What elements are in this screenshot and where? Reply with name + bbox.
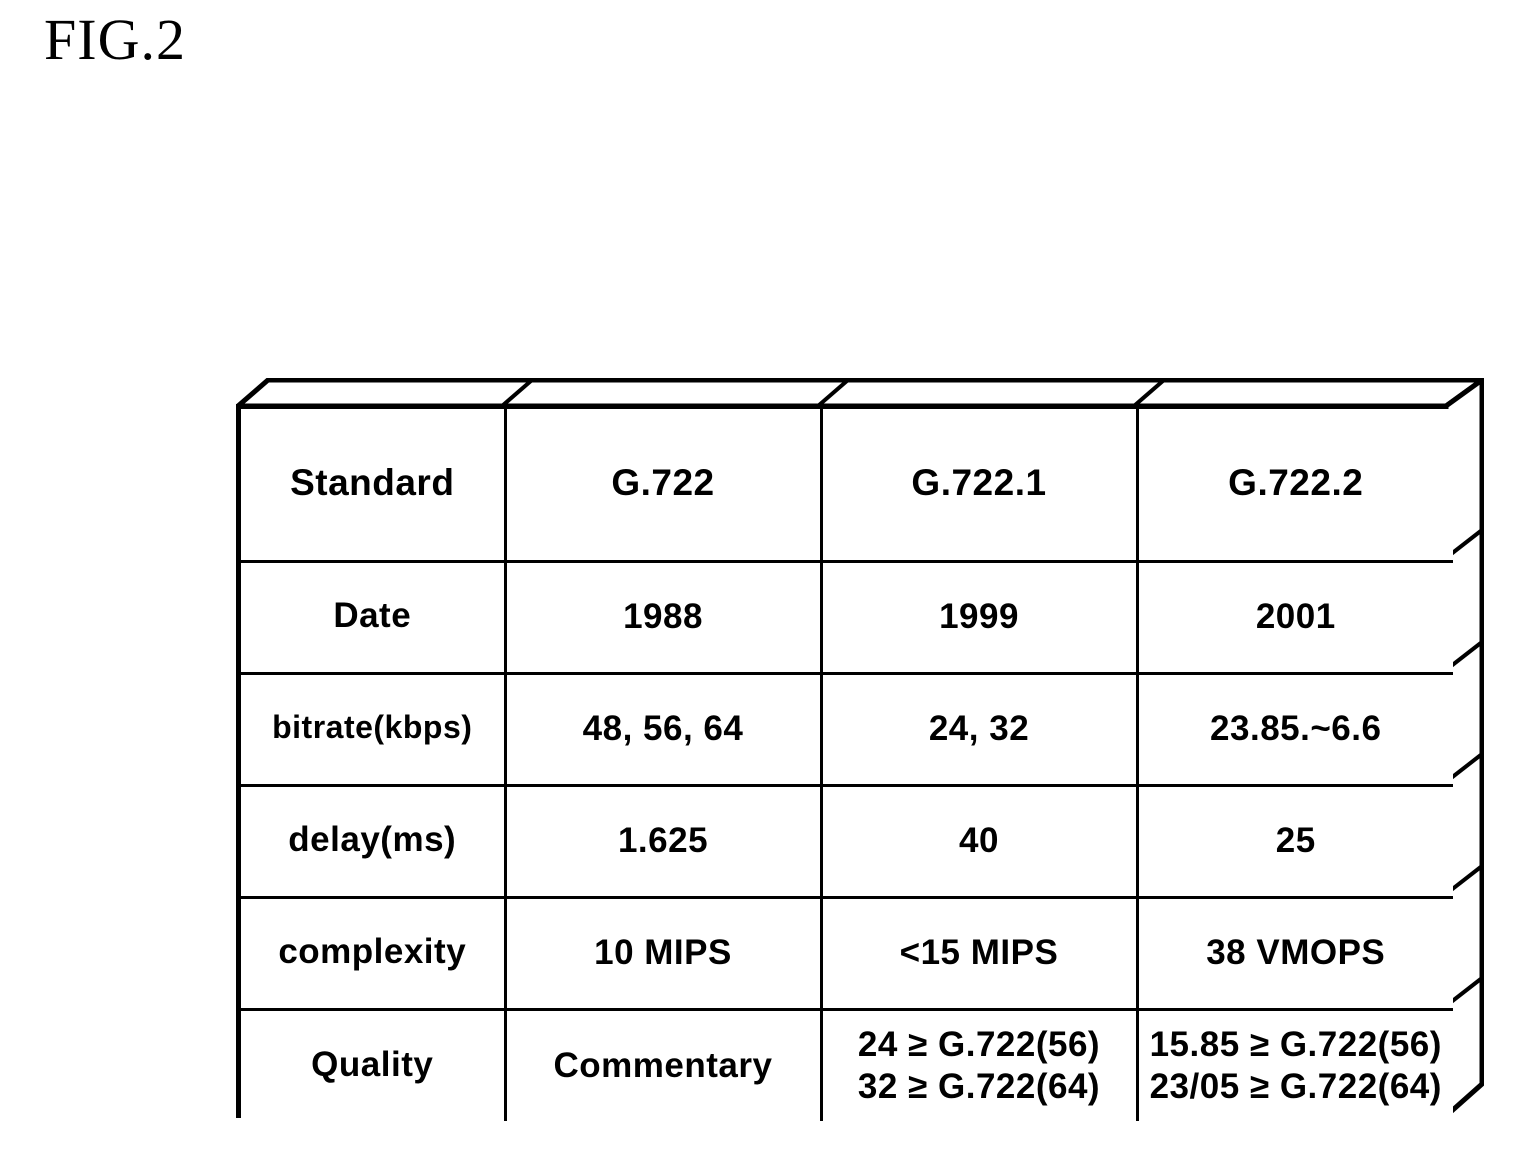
cell-delay-g7222: 25 bbox=[1135, 783, 1453, 899]
row-label-text: bitrate(kbps) bbox=[261, 706, 484, 752]
table-row: Date 1988 1999 2001 bbox=[241, 559, 1453, 675]
quality-g7221-line1: 24 ≥ G.722(56) bbox=[857, 1025, 1101, 1065]
row-label-complexity: complexity bbox=[241, 895, 507, 1011]
row-label-text: complexity bbox=[267, 928, 478, 978]
header-cell-standard: Standard bbox=[241, 409, 507, 563]
table-front-face: Standard G.722 G.722.1 G.722.2 Date 1988… bbox=[236, 404, 1453, 1121]
header-label-g7221: G.722.1 bbox=[900, 458, 1058, 511]
row-label-bitrate: bitrate(kbps) bbox=[241, 671, 507, 787]
cell-complexity-g722: 10 MIPS bbox=[503, 895, 823, 1011]
cell-date-g7221: 1999 bbox=[819, 559, 1139, 675]
row-label-quality: Quality bbox=[241, 1007, 507, 1121]
cell-bitrate-g722: 48, 56, 64 bbox=[503, 671, 823, 787]
table-figure: Standard G.722 G.722.1 G.722.2 Date 1988… bbox=[236, 378, 1484, 1121]
table-row: delay(ms) 1.625 40 25 bbox=[241, 783, 1453, 899]
row-label-text: delay(ms) bbox=[277, 816, 468, 866]
cell-quality-g7221: 24 ≥ G.722(56) 32 ≥ G.722(64) bbox=[819, 1007, 1139, 1121]
cell-bitrate-g7221: 24, 32 bbox=[819, 671, 1139, 787]
table-row: bitrate(kbps) 48, 56, 64 24, 32 23.85.~6… bbox=[241, 671, 1453, 787]
cell-delay-g722: 1.625 bbox=[503, 783, 823, 899]
cell-delay-g7221: 40 bbox=[819, 783, 1139, 899]
header-cell-g722: G.722 bbox=[503, 409, 823, 563]
table-row: Quality Commentary 24 ≥ G.722(56) 32 ≥ G… bbox=[241, 1007, 1453, 1121]
cell-complexity-g7222: 38 VMOPS bbox=[1135, 895, 1453, 1011]
cell-bitrate-g7222: 23.85.~6.6 bbox=[1135, 671, 1453, 787]
quality-g7222-line1: 15.85 ≥ G.722(56) bbox=[1149, 1025, 1442, 1065]
codec-comparison-table: Standard G.722 G.722.1 G.722.2 Date 1988… bbox=[241, 409, 1453, 1121]
table-header-row: Standard G.722 G.722.1 G.722.2 bbox=[241, 409, 1453, 563]
cell-quality-g7222: 15.85 ≥ G.722(56) 23/05 ≥ G.722(64) bbox=[1135, 1007, 1453, 1121]
header-cell-g7222: G.722.2 bbox=[1135, 409, 1453, 563]
cell-date-g722: 1988 bbox=[503, 559, 823, 675]
row-label-text: Date bbox=[322, 592, 423, 642]
figure-title: FIG.2 bbox=[44, 7, 186, 72]
quality-g7222-line2: 23/05 ≥ G.722(64) bbox=[1149, 1066, 1442, 1106]
cell-date-g7222: 2001 bbox=[1135, 559, 1453, 675]
row-label-delay: delay(ms) bbox=[241, 783, 507, 899]
row-label-date: Date bbox=[241, 559, 507, 675]
cell-quality-g722: Commentary bbox=[503, 1007, 823, 1121]
header-label-g722: G.722 bbox=[600, 458, 726, 511]
table-row: complexity 10 MIPS <15 MIPS 38 VMOPS bbox=[241, 895, 1453, 1011]
cell-complexity-g7221: <15 MIPS bbox=[819, 895, 1139, 1011]
header-cell-g7221: G.722.1 bbox=[819, 409, 1139, 563]
quality-g7221-line2: 32 ≥ G.722(64) bbox=[857, 1066, 1101, 1106]
row-label-text: Quality bbox=[300, 1041, 445, 1091]
header-label-g7222: G.722.2 bbox=[1217, 458, 1375, 511]
header-label-standard: Standard bbox=[279, 458, 466, 511]
